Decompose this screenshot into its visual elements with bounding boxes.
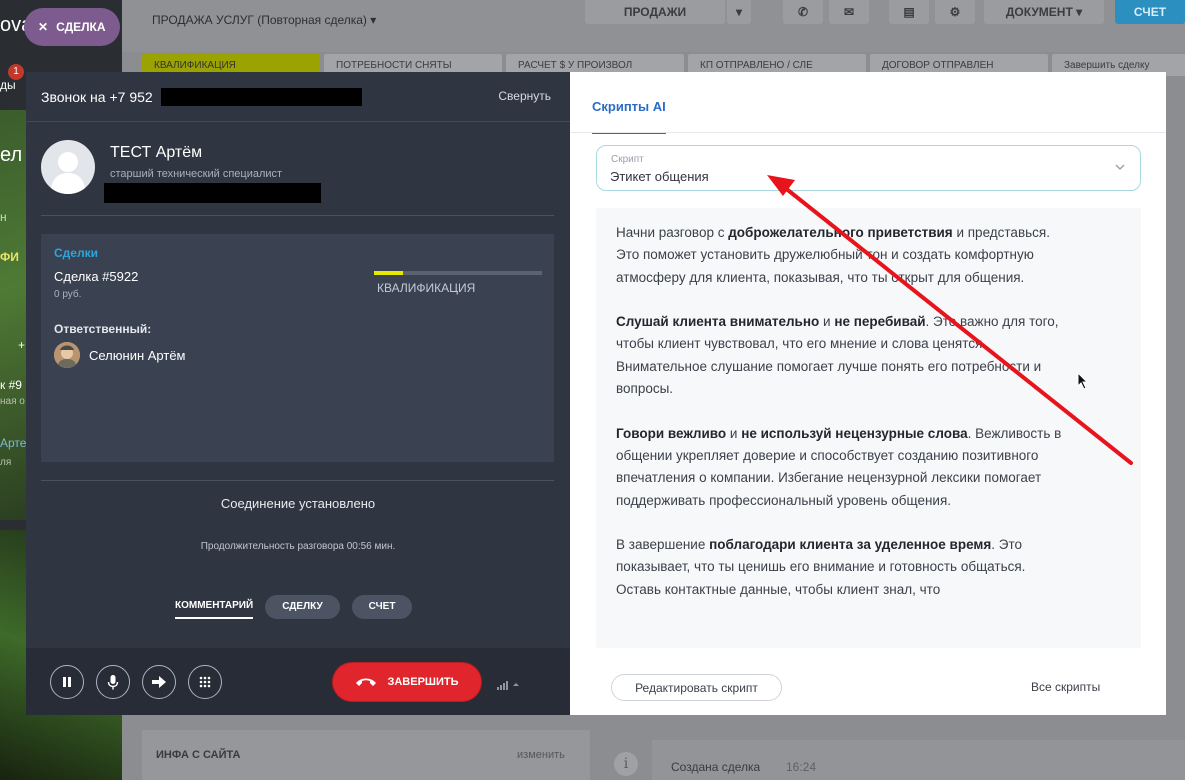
feed-time: 16:24 — [786, 760, 817, 774]
nav-fragment: ля — [0, 457, 12, 468]
signal-icon — [497, 677, 521, 695]
pipeline-select[interactable]: ПРОДАЖИ — [585, 0, 725, 24]
script-paragraph: Начни разговор с доброжелательного приве… — [616, 225, 1050, 285]
responsible-label: Ответственный: — [54, 322, 152, 336]
tab-comment[interactable]: КОММЕНТАРИЙ — [175, 594, 254, 619]
nav-fragment: ная о — [0, 396, 25, 407]
pause-icon — [63, 677, 71, 687]
call-number: Звонок на +7 952 — [41, 89, 153, 105]
deal-pill-label: СДЕЛКА — [56, 20, 106, 34]
script-text: Начни разговор с доброжелательного приве… — [616, 222, 1066, 623]
user-photo-icon — [54, 342, 80, 368]
user-silhouette-icon — [50, 152, 86, 194]
all-scripts-link[interactable]: Все скрипты — [1031, 680, 1100, 694]
script-select-value: Этикет общения — [610, 169, 709, 184]
invoice-button[interactable]: СЧЕТ — [1115, 0, 1185, 24]
call-controls: ЗАВЕРШИТЬ — [26, 648, 570, 715]
contact-avatar — [41, 140, 95, 194]
script-paragraph: В завершение поблагодари клиента за удел… — [616, 537, 1026, 597]
contact-role: старший технический специалист — [110, 168, 283, 180]
tab-invoice[interactable]: СЧЕТ — [351, 594, 413, 619]
deals-label: Сделки — [54, 246, 98, 260]
script-select[interactable]: Скрипт Этикет общения — [596, 145, 1141, 191]
deal-price: 0 руб. — [54, 289, 82, 300]
deal-link[interactable]: Сделка #5922 — [54, 269, 138, 284]
transfer-button[interactable] — [142, 665, 176, 699]
responsible-avatar — [54, 342, 80, 368]
divider — [41, 480, 554, 481]
divider — [570, 132, 1166, 133]
microphone-icon — [107, 675, 119, 690]
deal-stage-progress-fill — [374, 271, 403, 275]
nav-fragment: + — [18, 338, 26, 352]
script-paragraph: Слушай клиента внимательно и не перебива… — [616, 314, 1059, 397]
gear-icon[interactable]: ⚙ — [935, 0, 975, 24]
info-icon: i — [614, 752, 638, 776]
phone-icon[interactable]: ✆ — [783, 0, 823, 24]
nav-fragment: ФИ — [0, 250, 19, 264]
script-select-caption: Скрипт — [611, 154, 644, 165]
collapse-button[interactable]: Свернуть — [498, 89, 551, 103]
close-icon: ✕ — [38, 20, 49, 34]
call-duration: Продолжительность разговора 00:56 мин. — [200, 541, 396, 552]
forward-icon — [152, 676, 166, 688]
mail-icon[interactable]: ✉ — [829, 0, 869, 24]
call-widget: Звонок на +7 952 Свернуть ТЕСТ Артём ста… — [26, 72, 570, 715]
feed-event: Создана сделка — [671, 760, 761, 774]
phone-hangup-icon — [356, 678, 377, 686]
mouse-cursor-icon — [1077, 372, 1089, 390]
print-icon[interactable]: ▤ — [889, 0, 929, 24]
script-paragraph: Говори вежливо и не используй нецензурны… — [616, 425, 1062, 508]
edit-script-button[interactable]: Редактировать скрипт — [611, 674, 782, 701]
nav-fragment: к #9 — [0, 378, 22, 392]
pause-button[interactable] — [50, 665, 84, 699]
divider — [41, 215, 554, 216]
connection-status: Соединение установлено — [220, 496, 376, 511]
tab-deal[interactable]: СДЕЛКУ — [265, 594, 340, 619]
ai-scripts-panel: Скрипты AI Скрипт Этикет общения Начни р… — [570, 72, 1166, 715]
info-card-edit-link[interactable]: изменить — [517, 749, 565, 761]
mute-button[interactable] — [96, 665, 130, 699]
dialpad-icon — [199, 676, 211, 688]
call-action-tabs: КОММЕНТАРИЙ СДЕЛКУ СЧЕТ — [175, 594, 413, 619]
info-card-title: ИНФА С САЙТА — [156, 749, 241, 761]
info-card: ИНФА С САЙТА изменить — [142, 730, 590, 780]
deal-card: Сделки Сделка #5922 0 руб. КВАЛИФИКАЦИЯ … — [41, 234, 554, 462]
script-content: Начни разговор с доброжелательного приве… — [596, 208, 1141, 648]
deal-pill-button[interactable]: ✕ СДЕЛКА — [24, 8, 120, 46]
chevron-down-icon[interactable]: ▾ — [727, 0, 751, 24]
activity-feed: Создана сделка 16:24 — [652, 740, 1185, 780]
dialpad-button[interactable] — [188, 665, 222, 699]
responsible-name[interactable]: Селюнин Артём — [89, 348, 186, 363]
end-call-label: ЗАВЕРШИТЬ — [387, 676, 459, 688]
call-header: Звонок на +7 952 Свернуть — [26, 72, 570, 122]
contact-name[interactable]: ТЕСТ Артём — [110, 144, 202, 162]
chevron-down-icon — [1115, 164, 1125, 170]
deal-stage-progress — [374, 271, 542, 275]
crm-header: ПРОДАЖА УСЛУГ (Повторная сделка) ▾ ПРОДА… — [122, 0, 1185, 52]
tab-ai-scripts[interactable]: Скрипты AI — [592, 99, 666, 134]
nav-fragment: ел — [0, 144, 23, 166]
document-button[interactable]: ДОКУМЕНТ ▾ — [984, 0, 1104, 24]
nav-fragment: Арте — [0, 436, 27, 450]
redacted-contact-info — [104, 183, 321, 203]
nav-fragment: ды — [0, 78, 16, 92]
breadcrumb[interactable]: ПРОДАЖА УСЛУГ (Повторная сделка) ▾ — [152, 13, 376, 27]
nav-fragment: н — [0, 210, 7, 224]
end-call-button[interactable]: ЗАВЕРШИТЬ — [333, 663, 481, 701]
deal-stage-name: КВАЛИФИКАЦИЯ — [377, 281, 476, 295]
redacted-phone — [161, 88, 362, 106]
